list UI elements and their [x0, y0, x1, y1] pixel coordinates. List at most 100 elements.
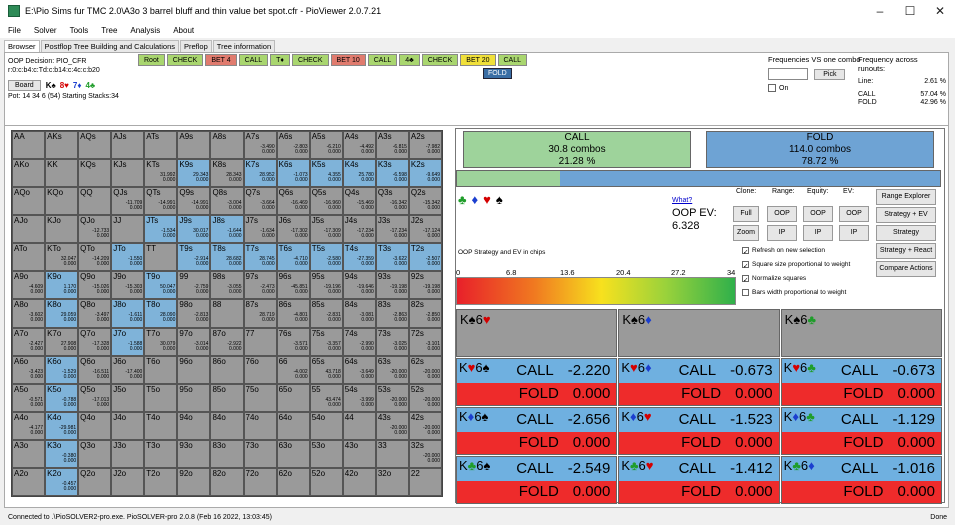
hand-cell[interactable]: J5s -17.309 0.000	[309, 215, 343, 244]
hand-cell[interactable]: K7s 28.952 0.000	[243, 159, 277, 188]
hand-cell[interactable]: JJ	[111, 215, 145, 244]
hand-cell[interactable]: J3s -17.234 0.000	[375, 215, 409, 244]
hand-cell[interactable]: QTs -14.991 0.000	[144, 187, 178, 216]
hand-cell[interactable]: AQs	[78, 131, 112, 160]
hand-cell[interactable]: T2s -2.507 0.000	[408, 243, 442, 272]
combo-cell[interactable]: K♦6♣ CALL -1.129 FOLD 0.000	[780, 407, 942, 455]
hand-cell[interactable]: 98s -3.055 0.000	[210, 271, 244, 300]
hand-cell[interactable]: K6s -1.073 0.000	[276, 159, 310, 188]
combo-cell[interactable]: K♦6♠ CALL -2.656 FOLD 0.000	[456, 407, 618, 455]
what-link[interactable]: What?	[672, 197, 692, 204]
hand-cell[interactable]: Q3s -16.342 0.000	[375, 187, 409, 216]
hand-cell[interactable]: T4s -27.359 0.000	[342, 243, 376, 272]
hand-cell[interactable]: 62s -20.000 0.000	[408, 355, 442, 384]
equity-oop-button[interactable]: OOP	[803, 206, 833, 222]
hand-cell[interactable]: 95o	[177, 383, 211, 412]
hand-cell[interactable]: J9o -15.303 0.000	[111, 271, 145, 300]
hand-cell[interactable]: 83o	[210, 439, 244, 468]
hand-cell[interactable]: 65o	[276, 383, 310, 412]
hand-cell[interactable]: QJo -12.733 0.000	[78, 215, 112, 244]
hand-cell[interactable]: A3o	[12, 439, 46, 468]
hand-cell[interactable]: 84o	[210, 411, 244, 440]
hand-cell[interactable]: K3o -0.380 0.000	[45, 439, 79, 468]
hand-cell[interactable]: 98o -2.813 0.000	[177, 299, 211, 328]
hand-cell[interactable]: KJo	[45, 215, 79, 244]
hand-cell[interactable]: 62o	[276, 467, 310, 496]
option-checkbox[interactable]: ✓	[742, 275, 749, 284]
hand-cell[interactable]: 82s -2.850 0.000	[408, 299, 442, 328]
path-button[interactable]: CALL	[497, 54, 528, 66]
hand-cell[interactable]: A6s -2.803 0.000	[276, 131, 310, 160]
range-ip-button[interactable]: IP	[767, 225, 797, 241]
combo-header[interactable]: K♠6♦	[618, 309, 780, 357]
hand-cell[interactable]: JTo -1.550 0.000	[111, 243, 145, 272]
hand-cell[interactable]: J9s 30.017 0.000	[177, 215, 211, 244]
hand-cell[interactable]: 43o	[342, 439, 376, 468]
hand-cell[interactable]: 94s -19.646 0.000	[342, 271, 376, 300]
hand-cell[interactable]: J2s -17.124 0.000	[408, 215, 442, 244]
path-button[interactable]: BET 20	[460, 54, 496, 66]
hand-cell[interactable]: 43s -20.000 0.000	[375, 411, 409, 440]
path-button[interactable]: 4♣	[399, 54, 420, 66]
hand-cell[interactable]: 55 43.474 0.000	[309, 383, 343, 412]
hand-cell[interactable]: 73s -3.025 0.000	[375, 327, 409, 356]
menu-solver[interactable]: Solver	[34, 26, 57, 35]
hand-cell[interactable]: Q4o	[78, 411, 112, 440]
hand-cell[interactable]: A3s -6.815 0.000	[375, 131, 409, 160]
hand-cell[interactable]: K2s -9.649 0.000	[408, 159, 442, 188]
hand-cell[interactable]: Q9s -14.991 0.000	[177, 187, 211, 216]
path-button[interactable]: CHECK	[292, 54, 329, 66]
path-button[interactable]: CHECK	[421, 54, 459, 66]
combo-cell[interactable]: K♥6♦ CALL -0.673 FOLD 0.000	[618, 358, 780, 406]
hand-cell[interactable]: A2s -7.982 0.000	[408, 131, 442, 160]
hand-cell[interactable]: K3s -6.598 0.000	[375, 159, 409, 188]
hand-cell[interactable]: KJs	[111, 159, 145, 188]
hand-cell[interactable]: T6s -4.710 0.000	[276, 243, 310, 272]
hand-cell[interactable]: AKs	[45, 131, 79, 160]
hand-cell[interactable]: A6o -3.423 0.000	[12, 355, 46, 384]
menu-about[interactable]: About	[173, 26, 194, 35]
strategy-button[interactable]: Strategy	[876, 225, 936, 241]
hand-cell[interactable]: 53o	[309, 439, 343, 468]
hand-cell[interactable]: T2o	[144, 467, 178, 496]
hand-cell[interactable]: Q7o -17.328 0.000	[78, 327, 112, 356]
hand-cell[interactable]: J6o -17.400 0.000	[111, 355, 145, 384]
range-explorer-button[interactable]: Range Explorer	[876, 189, 936, 205]
hand-cell[interactable]: T9s -2.914 0.000	[177, 243, 211, 272]
hand-cell[interactable]: 75s -3.357 0.000	[309, 327, 343, 356]
spade-suit-icon[interactable]: ♠	[496, 192, 508, 207]
hand-cell[interactable]: Q8s -3.004 0.000	[210, 187, 244, 216]
hand-cell[interactable]: Q8o -3.497 0.000	[78, 299, 112, 328]
hand-cell[interactable]: T6o	[144, 355, 178, 384]
menu-tools[interactable]: Tools	[70, 26, 89, 35]
hand-cell[interactable]: J4s -17.234 0.000	[342, 215, 376, 244]
hand-cell[interactable]: ATo	[12, 243, 46, 272]
hand-cell[interactable]: 33	[375, 439, 409, 468]
on-checkbox[interactable]	[768, 84, 776, 93]
hand-cell[interactable]: T3o	[144, 439, 178, 468]
hand-cell[interactable]: 86s -4.801 0.000	[276, 299, 310, 328]
path-button[interactable]: CHECK	[166, 54, 204, 66]
hand-cell[interactable]: Q6s -16.469 0.000	[276, 187, 310, 216]
hand-cell[interactable]: Q9o -15.026 0.000	[78, 271, 112, 300]
hand-cell[interactable]: 32o	[375, 467, 409, 496]
call-summary[interactable]: CALL 30.8 combos 21.28 %	[463, 131, 691, 168]
hand-cell[interactable]: A7o -2.427 0.000	[12, 327, 46, 356]
menu-analysis[interactable]: Analysis	[130, 26, 160, 35]
option-checkbox[interactable]: ✓	[742, 261, 749, 270]
hand-cell[interactable]: 72o	[243, 467, 277, 496]
hand-cell[interactable]: 52o	[309, 467, 343, 496]
hand-cell[interactable]: 88	[210, 299, 244, 328]
hand-cell[interactable]: T8o 28.090 0.000	[144, 299, 178, 328]
hand-cell[interactable]: Q5o -17.013 0.000	[78, 383, 112, 412]
hand-cell[interactable]: K4s 25.780 0.000	[342, 159, 376, 188]
hand-cell[interactable]: 82o	[210, 467, 244, 496]
club-suit-icon[interactable]: ♣	[458, 192, 472, 207]
hand-cell[interactable]: 72s -3.101 0.000	[408, 327, 442, 356]
hand-cell[interactable]: 74o	[243, 411, 277, 440]
hand-cell[interactable]: 66 -4.002 0.000	[276, 355, 310, 384]
hand-cell[interactable]: 53s -20.000 0.000	[375, 383, 409, 412]
hand-cell[interactable]: 42s -20.000 0.000	[408, 411, 442, 440]
combo-cell[interactable]: K♦6♥ CALL -1.523 FOLD 0.000	[618, 407, 780, 455]
hand-cell[interactable]: KQo	[45, 187, 79, 216]
